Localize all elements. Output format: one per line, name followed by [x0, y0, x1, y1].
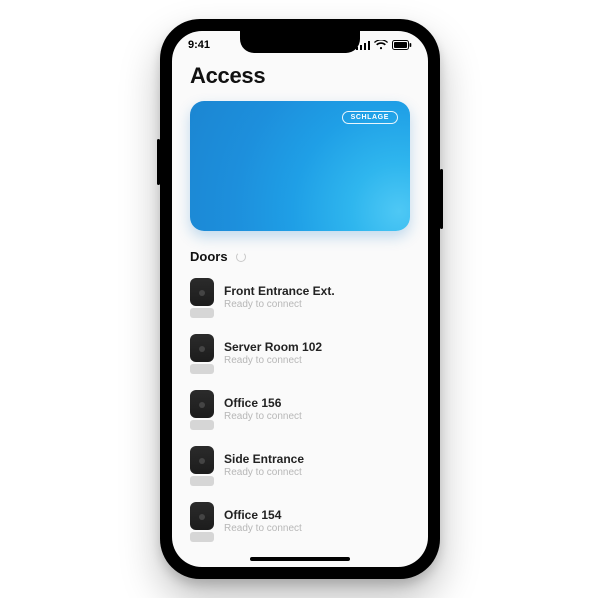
- door-status: Ready to connect: [224, 411, 302, 424]
- door-lock-icon: [190, 502, 214, 542]
- door-name: Front Entrance Ext.: [224, 284, 335, 299]
- doors-header: Doors: [190, 249, 410, 264]
- door-item-side-entrance[interactable]: Side Entrance Ready to connect: [190, 440, 410, 496]
- stage: 9:41 Access SCHLAGE: [0, 0, 600, 598]
- door-status: Ready to connect: [224, 523, 302, 536]
- door-item-front-entrance-ext[interactable]: Front Entrance Ext. Ready to connect: [190, 272, 410, 328]
- page-title: Access: [190, 63, 410, 89]
- door-lock-icon: [190, 278, 214, 318]
- door-item-office-156[interactable]: Office 156 Ready to connect: [190, 384, 410, 440]
- card-brand-badge: SCHLAGE: [342, 111, 398, 124]
- doors-list: Front Entrance Ext. Ready to connect Ser…: [190, 272, 410, 552]
- door-name: Server Room 102: [224, 340, 322, 355]
- door-name: Office 156: [224, 396, 302, 411]
- access-card[interactable]: SCHLAGE: [190, 101, 410, 231]
- door-status: Ready to connect: [224, 299, 335, 312]
- notch: [240, 31, 360, 53]
- door-text: Office 154 Ready to connect: [224, 508, 302, 536]
- loading-spinner-icon: [236, 252, 246, 262]
- door-text: Server Room 102 Ready to connect: [224, 340, 322, 368]
- page-content: Access SCHLAGE Doors Front Entrance Ext.…: [172, 59, 428, 567]
- door-text: Office 156 Ready to connect: [224, 396, 302, 424]
- door-status: Ready to connect: [224, 467, 304, 480]
- status-time: 9:41: [188, 39, 210, 51]
- battery-icon: [392, 40, 412, 50]
- door-text: Side Entrance Ready to connect: [224, 452, 304, 480]
- doors-heading: Doors: [190, 249, 228, 264]
- door-text: Front Entrance Ext. Ready to connect: [224, 284, 335, 312]
- door-name: Side Entrance: [224, 452, 304, 467]
- door-status: Ready to connect: [224, 355, 322, 368]
- phone-screen: 9:41 Access SCHLAGE: [172, 31, 428, 567]
- door-item-server-room-102[interactable]: Server Room 102 Ready to connect: [190, 328, 410, 384]
- phone-frame: 9:41 Access SCHLAGE: [160, 19, 440, 579]
- wifi-icon: [374, 40, 388, 50]
- door-item-office-154[interactable]: Office 154 Ready to connect: [190, 496, 410, 552]
- door-lock-icon: [190, 390, 214, 430]
- home-indicator[interactable]: [250, 557, 350, 561]
- door-lock-icon: [190, 334, 214, 374]
- door-name: Office 154: [224, 508, 302, 523]
- status-indicators: [356, 40, 412, 50]
- door-lock-icon: [190, 446, 214, 486]
